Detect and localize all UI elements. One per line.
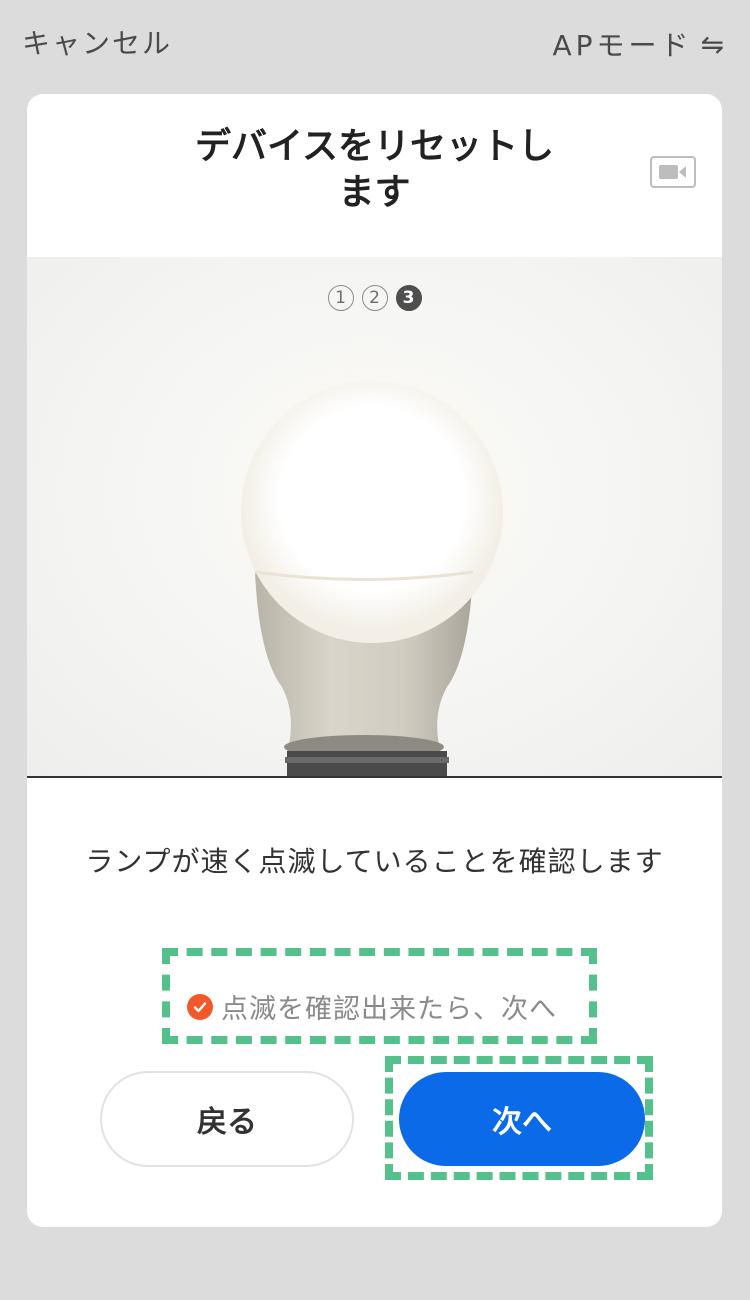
page-title: デバイスをリセットし ます [27,124,722,216]
reset-card: デバイスをリセットし ます 1 2 3 ランプが速く点滅していることを確認します… [27,94,722,1227]
next-button[interactable]: 次へ [399,1072,645,1166]
device-photo [27,257,722,777]
top-bar: キャンセル APモード ⇋ [0,0,750,90]
check-circle-icon [187,993,213,1020]
step-3: 3 [395,285,422,311]
confirm-checkbox[interactable]: 点滅を確認出来たら、次へ [187,987,557,1026]
back-button[interactable]: 戻る [100,1071,354,1167]
confirm-label: 点滅を確認出来たら、次へ [221,994,557,1025]
title-line-1: デバイスをリセットし [195,126,554,167]
cancel-button[interactable]: キャンセル [22,22,172,62]
step-indicator: 1 2 3 [27,285,722,311]
light-bulb-image [202,337,542,777]
video-camera-icon[interactable] [650,156,696,188]
step-2: 2 [361,285,388,311]
instruction-text: ランプが速く点滅していることを確認します [85,845,664,878]
photo-divider [27,776,722,778]
title-line-2: ます [338,172,411,213]
ap-mode-label: APモード [552,29,693,62]
ap-mode-toggle[interactable]: APモード ⇋ [552,24,728,64]
step-1: 1 [327,285,354,311]
swap-arrows-icon: ⇋ [700,27,728,61]
